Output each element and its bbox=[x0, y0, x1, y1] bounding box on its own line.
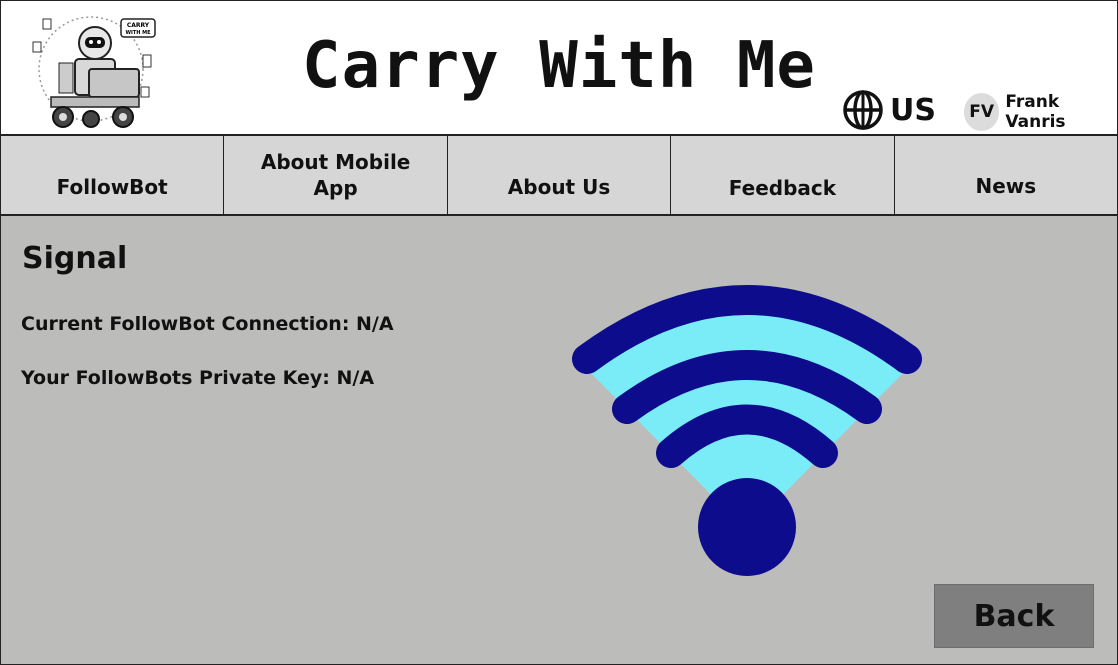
globe-icon bbox=[843, 90, 883, 130]
user-name: Frank Vanris bbox=[1005, 92, 1066, 132]
nav-about-us[interactable]: About Us bbox=[448, 136, 672, 214]
wifi-signal-icon bbox=[572, 285, 922, 576]
locale-selector[interactable]: US bbox=[842, 89, 936, 131]
private-key: Your FollowBots Private Key: N/A bbox=[21, 367, 375, 389]
avatar: FV bbox=[964, 93, 1000, 131]
nav-about-mobile-app[interactable]: About Mobile App bbox=[224, 136, 448, 214]
app-title: Carry With Me bbox=[302, 29, 816, 103]
connection-status: Current FollowBot Connection: N/A bbox=[21, 313, 394, 335]
user-profile[interactable]: FV Frank Vanris bbox=[964, 92, 1117, 132]
nav-news[interactable]: News bbox=[895, 136, 1117, 214]
nav-about-mobile-app-label: About Mobile App bbox=[260, 150, 411, 200]
logo-badge-text-1: CARRY bbox=[127, 22, 150, 29]
header: CARRY WITH ME Carry With Me US FV Frank … bbox=[1, 1, 1117, 136]
nav-feedback[interactable]: Feedback bbox=[671, 136, 895, 214]
app-frame: CARRY WITH ME Carry With Me US FV Frank … bbox=[0, 0, 1118, 665]
back-button[interactable]: Back bbox=[934, 584, 1094, 648]
main-nav: FollowBot About Mobile App About Us Feed… bbox=[1, 136, 1117, 216]
page-title: Signal bbox=[22, 241, 128, 276]
locale-label: US bbox=[890, 92, 936, 128]
nav-followbot[interactable]: FollowBot bbox=[1, 136, 225, 214]
